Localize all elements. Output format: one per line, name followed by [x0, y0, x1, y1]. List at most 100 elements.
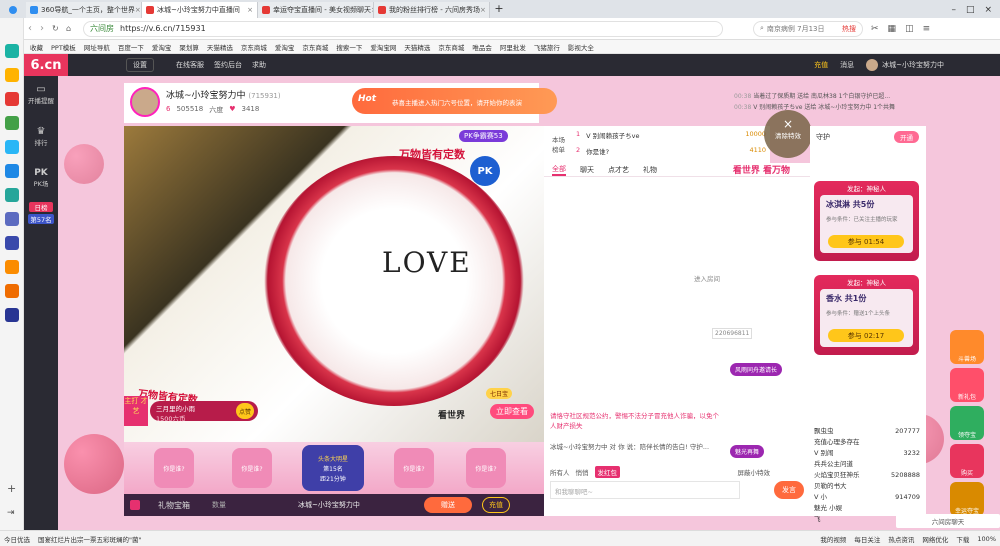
bookmark-item[interactable]: 京东商城: [241, 42, 267, 52]
tab-fans-ranking[interactable]: 我的粉丝排行榜 - 六间房秀场 ×: [374, 2, 490, 18]
back-icon[interactable]: ‹: [28, 23, 32, 34]
gift-pack-promo[interactable]: 新礼包: [950, 368, 984, 402]
video-icon[interactable]: [5, 308, 19, 322]
fan-row[interactable]: 充值心理多存在: [814, 437, 920, 448]
watch-now-button[interactable]: 立即查看: [490, 404, 534, 419]
fan-row[interactable]: V 别闹 3232: [814, 448, 920, 459]
contract-link[interactable]: 签约后台: [214, 60, 242, 70]
fan-row[interactable]: 贝勒的书大: [814, 481, 920, 492]
bookmark-item[interactable]: 唯品会: [472, 42, 492, 52]
pk-nav[interactable]: PK PK场: [24, 168, 58, 188]
rank-row[interactable]: 1 V 别闹赖孩子ちve 10000: [576, 130, 766, 140]
pk-icon[interactable]: PK: [470, 156, 500, 186]
bookmark-item[interactable]: 聚划算: [179, 42, 199, 52]
status-item[interactable]: 今日优选: [4, 534, 30, 544]
lucky-promo[interactable]: 幸运夺宝: [950, 482, 984, 516]
tab-all[interactable]: 全部: [552, 164, 566, 176]
lottery-card[interactable]: 发起：神秘人 香水 共1份 参与条件：赠送1个上头条 参与 02:17: [814, 275, 919, 355]
tab-lucky-room[interactable]: 幸运夺宝直播间 - 美女视频聊天×: [258, 2, 374, 18]
b-icon[interactable]: [5, 260, 19, 274]
headline-star-slot[interactable]: 头条大明星 第15名 距21分钟: [302, 445, 364, 491]
fan-row[interactable]: 火焰宝贝狂神乐 5208888: [814, 470, 920, 481]
bookmark-item[interactable]: 收藏: [30, 42, 43, 52]
mail-icon[interactable]: [5, 188, 19, 202]
gift-box-label[interactable]: 礼物宝箱: [158, 500, 190, 511]
recharge-link[interactable]: 充值: [814, 60, 828, 70]
bookmark-item[interactable]: PPT模板: [51, 42, 76, 52]
close-window-icon[interactable]: ×: [984, 5, 992, 15]
fan-row[interactable]: 魅光 小娱: [814, 503, 920, 514]
status-item[interactable]: 热点资讯: [888, 534, 914, 544]
tab-chat[interactable]: 聊天: [580, 165, 594, 175]
clear-effects-button[interactable]: × 清除特效: [764, 110, 812, 158]
recharge-button[interactable]: 充值: [482, 497, 510, 513]
settings-button[interactable]: 设置: [126, 58, 154, 72]
quantity-field[interactable]: 数量: [212, 500, 262, 510]
home-icon[interactable]: ⌂: [66, 24, 71, 33]
bookmark-item[interactable]: 爱淘宝: [152, 42, 172, 52]
avatar[interactable]: [866, 59, 879, 71]
help-link[interactable]: 求助: [252, 60, 266, 70]
status-item[interactable]: 网络优化: [922, 534, 948, 544]
bookmark-item[interactable]: 阿里批发: [500, 42, 526, 52]
grid-icon[interactable]: ▦: [888, 24, 897, 34]
status-item[interactable]: 下载: [956, 534, 969, 544]
shop-icon[interactable]: [5, 284, 19, 298]
bookmark-item[interactable]: 搜索一下: [336, 42, 362, 52]
bookmark-item[interactable]: 影视大全: [568, 42, 594, 52]
tab-close-icon[interactable]: ×: [135, 6, 141, 14]
whisper-checkbox[interactable]: 悄悄: [576, 467, 589, 477]
host-avatar[interactable]: [130, 87, 160, 117]
hot-banner[interactable]: Hot 恭喜主播进入热门六号位置，请开始你的表演: [352, 88, 557, 114]
site-logo[interactable]: 6.cn: [24, 54, 68, 76]
tab-live-room[interactable]: 冰城~小玲宝努力中直播间 ×: [142, 2, 258, 18]
bookmark-item[interactable]: 爱淘宝: [275, 42, 295, 52]
like-button[interactable]: 点赞: [236, 403, 254, 419]
game-icon[interactable]: [5, 236, 19, 250]
support-link[interactable]: 在线客服: [176, 60, 204, 70]
bookmark-item[interactable]: 网址导航: [84, 42, 110, 52]
user-name[interactable]: 冰城~小玲宝努力中: [882, 60, 944, 70]
join-lottery-button[interactable]: 参与 01:54: [828, 235, 904, 248]
cloud-icon[interactable]: [5, 140, 19, 154]
recipient-select[interactable]: 冰城~小玲宝努力中: [298, 500, 418, 510]
scissors-icon[interactable]: ✂: [871, 24, 879, 34]
rank-row[interactable]: 2 你是谁? 4110: [576, 146, 766, 156]
refresh-icon[interactable]: ↻: [52, 24, 59, 33]
fan-row[interactable]: 飘虫虫 207777: [814, 426, 920, 437]
menu-icon[interactable]: ≡: [923, 24, 931, 34]
red-packet-button[interactable]: 发红包: [594, 466, 620, 478]
chat-window-button[interactable]: 六间房聊天: [896, 514, 1000, 528]
gift-slot[interactable]: 你是谁?: [394, 448, 434, 488]
shield-effects-checkbox[interactable]: 屏蔽小特效: [738, 467, 771, 477]
bookmark-item[interactable]: 飞猪旅行: [534, 42, 560, 52]
news-ticker[interactable]: 国宴红烂片出宗一票五彩斑斓的"菌": [38, 534, 238, 544]
tab-close-icon[interactable]: ×: [247, 6, 253, 14]
bookmark-item[interactable]: 天猫精选: [404, 42, 430, 52]
send-chat-button[interactable]: 发言: [774, 481, 804, 499]
buy-promo[interactable]: 购买: [950, 444, 984, 478]
zoom-level[interactable]: 100%: [977, 535, 996, 543]
send-gift-button[interactable]: 赠送: [424, 497, 472, 513]
status-item[interactable]: 每日关注: [854, 534, 880, 544]
bookmark-item[interactable]: 天猫精选: [207, 42, 233, 52]
lottery-card[interactable]: 发起：神秘人 冰淇淋 共5份 参与条件：已关注主播的玩家 参与 01:54: [814, 181, 919, 261]
join-lottery-button[interactable]: 参与 02:17: [828, 329, 904, 342]
chat-input[interactable]: 和我聊聊吧~: [550, 481, 740, 499]
arena-promo[interactable]: 斗兽场: [950, 330, 984, 364]
fan-row[interactable]: V 小 914709: [814, 492, 920, 503]
ranking-nav[interactable]: ♛ 排行: [24, 126, 58, 147]
bookmark-item[interactable]: 京东商城: [438, 42, 464, 52]
collapse-icon[interactable]: ⇥: [7, 508, 15, 518]
messages-link[interactable]: 消息: [840, 60, 854, 70]
tab-talent[interactable]: 点才艺: [608, 165, 629, 175]
status-item[interactable]: 我的视频: [820, 534, 846, 544]
add-icon[interactable]: +: [7, 482, 16, 495]
tab-gift[interactable]: 礼物: [643, 165, 657, 175]
gift-slot[interactable]: 你是谁?: [154, 448, 194, 488]
bookmark-item[interactable]: 百度一下: [118, 42, 144, 52]
daily-rank-nav[interactable]: 日榜 第57名: [24, 202, 58, 224]
treasure-promo[interactable]: 领夺宝: [950, 406, 984, 440]
extension-icon[interactable]: ◫: [905, 24, 914, 34]
doc-icon[interactable]: [5, 212, 19, 226]
